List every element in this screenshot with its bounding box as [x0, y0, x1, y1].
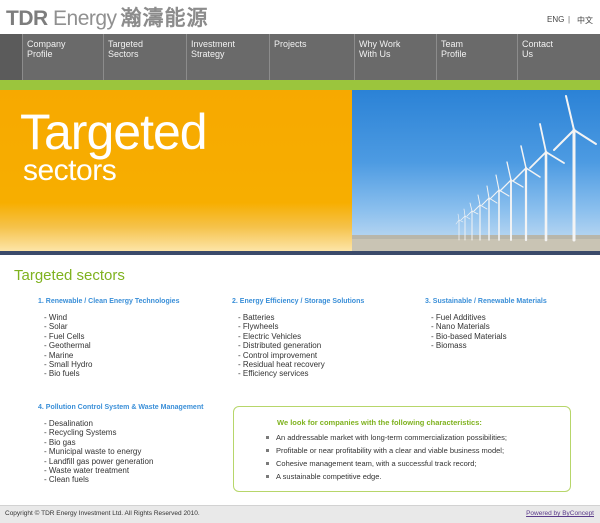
nav-label: Profile [27, 49, 53, 59]
nav-label: Us [522, 49, 533, 59]
list-item: - Wind [44, 313, 68, 322]
nav-company-profile[interactable]: Company Profile [22, 34, 91, 80]
list-item: - Flywheels [238, 322, 279, 332]
list-item: - Bio fuels [44, 369, 80, 379]
list-item: - Landfill gas power generation [44, 456, 154, 466]
list-item: Cohesive management team, with a success… [266, 457, 507, 470]
list-item: - Clean fuels [44, 475, 89, 485]
main-nav: Company Profile Targeted Sectors Investm… [0, 34, 600, 80]
logo-energy: Energy [47, 7, 117, 30]
list-item: - Biomass [431, 341, 467, 351]
nav-investment-strategy[interactable]: Investment Strategy [186, 34, 255, 80]
list-item: - Batteries [238, 313, 275, 322]
characteristics-box: We look for companies with the following… [233, 406, 571, 492]
nav-targeted-sectors[interactable]: Targeted Sectors [103, 34, 172, 80]
list-item: An addressable market with long-term com… [266, 431, 507, 444]
nav-label: Team [441, 39, 464, 49]
sector-2-title: 2. Energy Efficiency / Storage Solutions [232, 298, 365, 305]
nav-projects[interactable]: Projects [269, 34, 338, 80]
hero-heading: Targeted [20, 104, 208, 160]
lang-separator: | [568, 15, 571, 24]
sector-4-list: - Desalination - Recycling Systems - Bio… [44, 419, 153, 485]
header: TDR Energy 瀚濤能源 ENG | 中文 [0, 0, 600, 34]
nav-label: Company [27, 39, 66, 49]
nav-label: With Us [359, 49, 391, 59]
list-item: Profitable or near profitability with a … [266, 444, 507, 457]
sector-1-title: 1. Renewable / Clean Energy Technologies [38, 298, 180, 305]
nav-label: Projects [274, 39, 307, 49]
list-item: - Bio gas [44, 437, 76, 447]
list-item: - Waste water treatment [44, 466, 130, 476]
wind-turbines-photo [352, 90, 600, 251]
sector-4-title: 4. Pollution Control System & Waste Mana… [38, 404, 204, 411]
nav-contact-us[interactable]: Contact Us [517, 34, 586, 80]
nav-label: Targeted [108, 39, 144, 49]
logo-tdr: TDR [6, 7, 48, 30]
list-item: - Efficiency services [238, 369, 309, 379]
copyright-text: Copyright © TDR Energy Investment Ltd. A… [5, 510, 200, 517]
lang-chinese-link[interactable]: 中文 [577, 15, 593, 26]
nav-label: Profile [441, 49, 467, 59]
sector-2-list: - Batteries - Flywheels - Electric Vehic… [238, 313, 325, 379]
hero-subheading: sectors [23, 154, 117, 187]
list-item: - Small Hydro [44, 360, 93, 370]
footer: Copyright © TDR Energy Investment Ltd. A… [0, 505, 600, 523]
nav-why-work-with-us[interactable]: Why Work With Us [354, 34, 423, 80]
powered-by-link[interactable]: Powered by ByConcept [526, 510, 594, 517]
list-item: - Fuel Cells [44, 331, 85, 341]
nav-label: Sectors [108, 49, 139, 59]
page-title: Targeted sectors [14, 267, 125, 284]
lang-eng-link[interactable]: ENG [547, 15, 564, 24]
nav-green-strip [0, 80, 600, 90]
wind-turbine-illustration [352, 95, 600, 251]
nav-accent [0, 34, 22, 80]
nav-label: Why Work [359, 39, 401, 49]
sector-1-list: - Wind - Solar - Fuel Cells - Geothermal… [44, 313, 92, 379]
list-item: - Desalination [44, 419, 93, 428]
logo-chinese: 瀚濤能源 [120, 7, 209, 30]
list-item: - Marine [44, 350, 74, 360]
characteristics-list: An addressable market with long-term com… [266, 431, 507, 483]
nav-label: Contact [522, 39, 554, 49]
list-item: A sustainable competitive edge. [266, 470, 507, 483]
list-item: - Bio-based Materials [431, 331, 507, 341]
list-item: - Nano Materials [431, 322, 490, 332]
list-item: - Distributed generation [238, 341, 322, 351]
list-item: - Residual heat recovery [238, 360, 325, 370]
list-item: - Municipal waste to energy [44, 447, 142, 457]
nav-label: Investment [191, 39, 236, 49]
nav-team-profile[interactable]: Team Profile [436, 34, 505, 80]
list-item: - Solar [44, 322, 68, 332]
list-item: - Recycling Systems [44, 428, 117, 438]
list-item: - Geothermal [44, 341, 91, 351]
sector-3-list: - Fuel Additives - Nano Materials - Bio-… [431, 313, 507, 351]
hero-text-panel: Targeted sectors [0, 90, 352, 251]
hero-banner: Targeted sectors [0, 90, 600, 251]
sector-3-title: 3. Sustainable / Renewable Materials [425, 298, 547, 305]
characteristics-title: We look for companies with the following… [277, 418, 482, 427]
logo[interactable]: TDR Energy 瀚濤能源 [6, 2, 209, 32]
list-item: - Fuel Additives [431, 313, 486, 322]
nav-label: Strategy [191, 49, 225, 59]
list-item: - Control improvement [238, 350, 318, 360]
list-item: - Electric Vehicles [238, 331, 302, 341]
hero-bottom-bar [0, 251, 600, 255]
